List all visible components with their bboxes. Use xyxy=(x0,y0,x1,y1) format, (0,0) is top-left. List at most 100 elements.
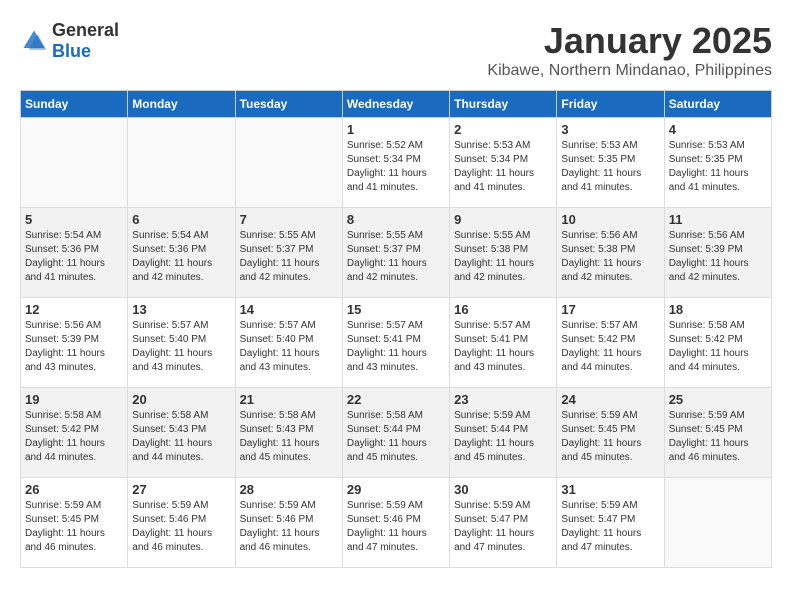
calendar-cell xyxy=(128,118,235,208)
calendar-cell: 26 Sunrise: 5:59 AM Sunset: 5:45 PM Dayli… xyxy=(21,478,128,568)
cell-detail: Sunrise: 5:53 AM Sunset: 5:35 PM Dayligh… xyxy=(561,139,659,195)
location-title: Kibawe, Northern Mindanao, Philippines xyxy=(487,62,772,80)
cell-detail: Sunrise: 5:57 AM Sunset: 5:41 PM Dayligh… xyxy=(347,319,445,375)
logo-general: General xyxy=(52,20,119,40)
day-number: 28 xyxy=(240,482,338,497)
calendar-cell: 21 Sunrise: 5:58 AM Sunset: 5:43 PM Dayli… xyxy=(235,388,342,478)
logo-icon xyxy=(20,27,48,55)
logo: General Blue xyxy=(20,20,119,62)
day-number: 18 xyxy=(669,302,767,317)
cell-detail: Sunrise: 5:59 AM Sunset: 5:45 PM Dayligh… xyxy=(669,409,767,465)
day-number: 3 xyxy=(561,122,659,137)
logo-blue: Blue xyxy=(52,41,91,61)
calendar-cell: 8 Sunrise: 5:55 AM Sunset: 5:37 PM Daylig… xyxy=(342,208,449,298)
weekday-header-friday: Friday xyxy=(557,91,664,118)
cell-detail: Sunrise: 5:56 AM Sunset: 5:38 PM Dayligh… xyxy=(561,229,659,285)
day-number: 13 xyxy=(132,302,230,317)
calendar-cell: 12Sunrise: 5:56 AM Sunset: 5:39 PM Dayli… xyxy=(21,298,128,388)
weekday-header-row: SundayMondayTuesdayWednesdayThursdayFrid… xyxy=(21,91,772,118)
week-row-3: 12Sunrise: 5:56 AM Sunset: 5:39 PM Dayli… xyxy=(21,298,772,388)
calendar-cell: 22 Sunrise: 5:58 AM Sunset: 5:44 PM Dayli… xyxy=(342,388,449,478)
calendar-cell: 15 Sunrise: 5:57 AM Sunset: 5:41 PM Dayli… xyxy=(342,298,449,388)
day-number: 10 xyxy=(561,212,659,227)
week-row-2: 5Sunrise: 5:54 AM Sunset: 5:36 PM Daylig… xyxy=(21,208,772,298)
day-number: 24 xyxy=(561,392,659,407)
day-number: 25 xyxy=(669,392,767,407)
day-number: 4 xyxy=(669,122,767,137)
cell-detail: Sunrise: 5:59 AM Sunset: 5:45 PM Dayligh… xyxy=(25,499,123,555)
calendar-cell: 5Sunrise: 5:54 AM Sunset: 5:36 PM Daylig… xyxy=(21,208,128,298)
calendar-cell: 29Sunrise: 5:59 AM Sunset: 5:46 PM Dayli… xyxy=(342,478,449,568)
cell-detail: Sunrise: 5:59 AM Sunset: 5:46 PM Dayligh… xyxy=(132,499,230,555)
cell-detail: Sunrise: 5:59 AM Sunset: 5:44 PM Dayligh… xyxy=(454,409,552,465)
calendar-cell: 24 Sunrise: 5:59 AM Sunset: 5:45 PM Dayli… xyxy=(557,388,664,478)
weekday-header-tuesday: Tuesday xyxy=(235,91,342,118)
cell-detail: Sunrise: 5:58 AM Sunset: 5:42 PM Dayligh… xyxy=(25,409,123,465)
calendar-cell: 25 Sunrise: 5:59 AM Sunset: 5:45 PM Dayli… xyxy=(664,388,771,478)
day-number: 11 xyxy=(669,212,767,227)
day-number: 1 xyxy=(347,122,445,137)
day-number: 21 xyxy=(240,392,338,407)
day-number: 23 xyxy=(454,392,552,407)
calendar-cell: 6 Sunrise: 5:54 AM Sunset: 5:36 PM Daylig… xyxy=(128,208,235,298)
cell-detail: Sunrise: 5:59 AM Sunset: 5:47 PM Dayligh… xyxy=(454,499,552,555)
cell-detail: Sunrise: 5:55 AM Sunset: 5:37 PM Dayligh… xyxy=(347,229,445,285)
day-number: 17 xyxy=(561,302,659,317)
calendar-cell: 16Sunrise: 5:57 AM Sunset: 5:41 PM Dayli… xyxy=(450,298,557,388)
calendar-table: SundayMondayTuesdayWednesdayThursdayFrid… xyxy=(20,90,772,568)
calendar-cell: 27 Sunrise: 5:59 AM Sunset: 5:46 PM Dayli… xyxy=(128,478,235,568)
calendar-cell: 9 Sunrise: 5:55 AM Sunset: 5:38 PM Daylig… xyxy=(450,208,557,298)
calendar-cell: 13 Sunrise: 5:57 AM Sunset: 5:40 PM Dayli… xyxy=(128,298,235,388)
day-number: 20 xyxy=(132,392,230,407)
calendar-cell: 30Sunrise: 5:59 AM Sunset: 5:47 PM Dayli… xyxy=(450,478,557,568)
cell-detail: Sunrise: 5:58 AM Sunset: 5:42 PM Dayligh… xyxy=(669,319,767,375)
cell-detail: Sunrise: 5:59 AM Sunset: 5:46 PM Dayligh… xyxy=(240,499,338,555)
day-number: 14 xyxy=(240,302,338,317)
cell-detail: Sunrise: 5:57 AM Sunset: 5:40 PM Dayligh… xyxy=(132,319,230,375)
calendar-cell: 23 Sunrise: 5:59 AM Sunset: 5:44 PM Dayli… xyxy=(450,388,557,478)
week-row-1: 1 Sunrise: 5:52 AM Sunset: 5:34 PM Daylig… xyxy=(21,118,772,208)
cell-detail: Sunrise: 5:59 AM Sunset: 5:47 PM Dayligh… xyxy=(561,499,659,555)
day-number: 7 xyxy=(240,212,338,227)
weekday-header-wednesday: Wednesday xyxy=(342,91,449,118)
day-number: 27 xyxy=(132,482,230,497)
day-number: 15 xyxy=(347,302,445,317)
cell-detail: Sunrise: 5:53 AM Sunset: 5:34 PM Dayligh… xyxy=(454,139,552,195)
cell-detail: Sunrise: 5:54 AM Sunset: 5:36 PM Dayligh… xyxy=(132,229,230,285)
calendar-cell: 2 Sunrise: 5:53 AM Sunset: 5:34 PM Daylig… xyxy=(450,118,557,208)
day-number: 22 xyxy=(347,392,445,407)
calendar-cell: 19 Sunrise: 5:58 AM Sunset: 5:42 PM Dayli… xyxy=(21,388,128,478)
cell-detail: Sunrise: 5:52 AM Sunset: 5:34 PM Dayligh… xyxy=(347,139,445,195)
day-number: 9 xyxy=(454,212,552,227)
day-number: 31 xyxy=(561,482,659,497)
cell-detail: Sunrise: 5:57 AM Sunset: 5:40 PM Dayligh… xyxy=(240,319,338,375)
weekday-header-saturday: Saturday xyxy=(664,91,771,118)
page-header: General Blue January 2025 Kibawe, Northe… xyxy=(20,20,772,80)
day-number: 19 xyxy=(25,392,123,407)
month-title: January 2025 xyxy=(487,20,772,62)
cell-detail: Sunrise: 5:55 AM Sunset: 5:37 PM Dayligh… xyxy=(240,229,338,285)
cell-detail: Sunrise: 5:56 AM Sunset: 5:39 PM Dayligh… xyxy=(669,229,767,285)
calendar-cell: 7 Sunrise: 5:55 AM Sunset: 5:37 PM Daylig… xyxy=(235,208,342,298)
day-number: 16 xyxy=(454,302,552,317)
cell-detail: Sunrise: 5:56 AM Sunset: 5:39 PM Dayligh… xyxy=(25,319,123,375)
logo-text: General Blue xyxy=(52,20,119,62)
cell-detail: Sunrise: 5:55 AM Sunset: 5:38 PM Dayligh… xyxy=(454,229,552,285)
calendar-cell: 1 Sunrise: 5:52 AM Sunset: 5:34 PM Daylig… xyxy=(342,118,449,208)
calendar-cell: 3 Sunrise: 5:53 AM Sunset: 5:35 PM Daylig… xyxy=(557,118,664,208)
day-number: 8 xyxy=(347,212,445,227)
title-section: January 2025 Kibawe, Northern Mindanao, … xyxy=(487,20,772,80)
cell-detail: Sunrise: 5:53 AM Sunset: 5:35 PM Dayligh… xyxy=(669,139,767,195)
calendar-cell: 20 Sunrise: 5:58 AM Sunset: 5:43 PM Dayli… xyxy=(128,388,235,478)
weekday-header-thursday: Thursday xyxy=(450,91,557,118)
cell-detail: Sunrise: 5:58 AM Sunset: 5:43 PM Dayligh… xyxy=(132,409,230,465)
day-number: 26 xyxy=(25,482,123,497)
cell-detail: Sunrise: 5:58 AM Sunset: 5:43 PM Dayligh… xyxy=(240,409,338,465)
day-number: 6 xyxy=(132,212,230,227)
day-number: 2 xyxy=(454,122,552,137)
cell-detail: Sunrise: 5:59 AM Sunset: 5:46 PM Dayligh… xyxy=(347,499,445,555)
cell-detail: Sunrise: 5:59 AM Sunset: 5:45 PM Dayligh… xyxy=(561,409,659,465)
calendar-cell: 4 Sunrise: 5:53 AM Sunset: 5:35 PM Daylig… xyxy=(664,118,771,208)
week-row-5: 26 Sunrise: 5:59 AM Sunset: 5:45 PM Dayli… xyxy=(21,478,772,568)
cell-detail: Sunrise: 5:58 AM Sunset: 5:44 PM Dayligh… xyxy=(347,409,445,465)
